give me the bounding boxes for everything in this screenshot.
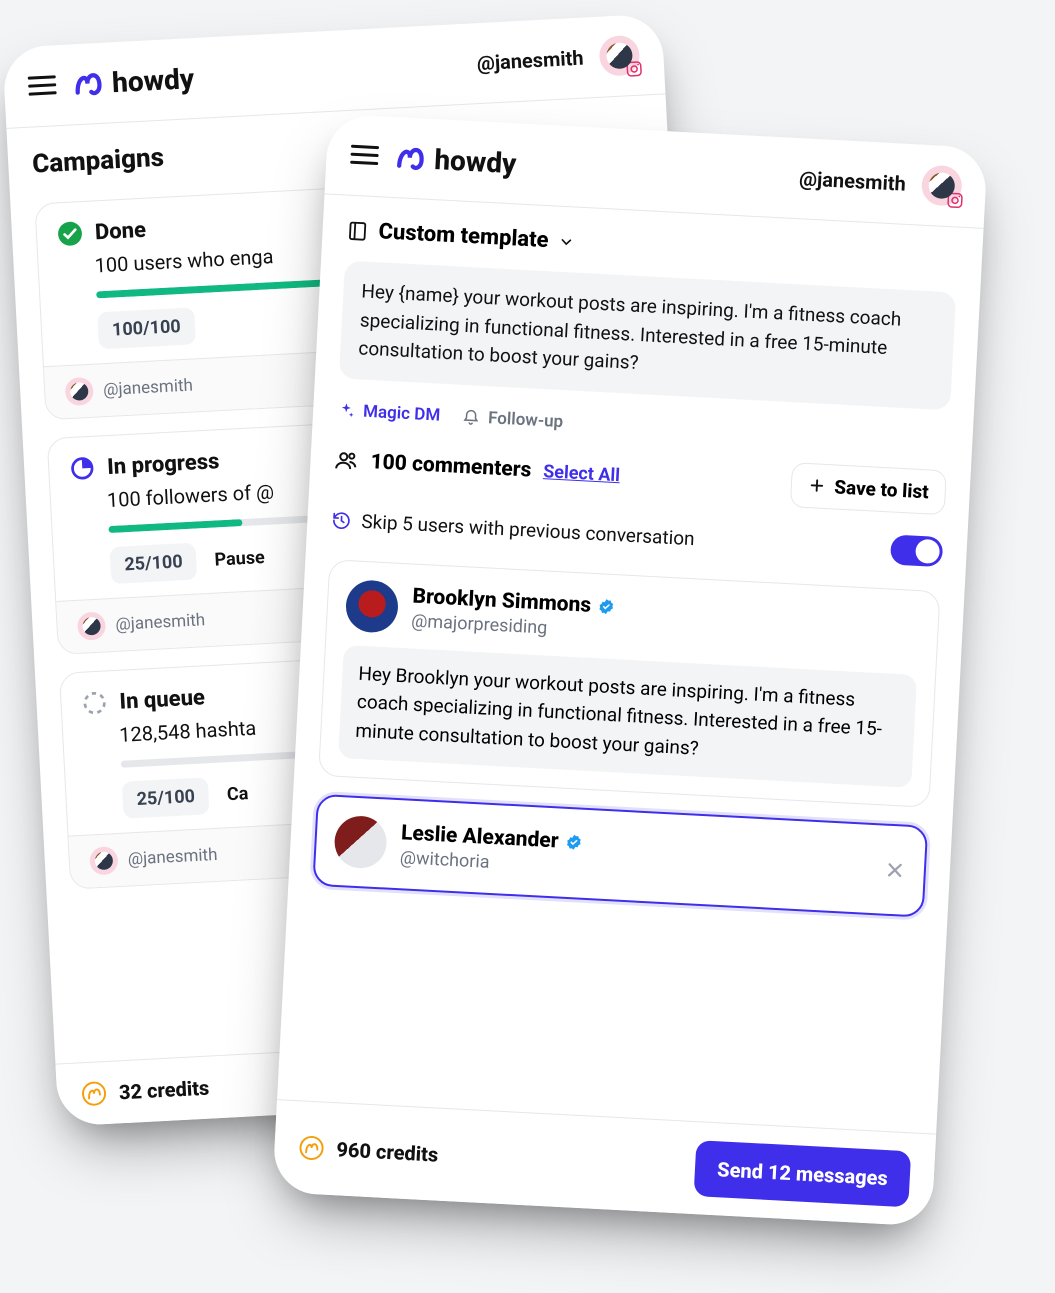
logo: howdy xyxy=(394,140,518,180)
count-pill: 100/100 xyxy=(97,307,195,349)
chevron-down-icon xyxy=(558,233,575,250)
bell-icon xyxy=(462,407,481,426)
menu-icon[interactable] xyxy=(350,145,379,166)
credits-icon xyxy=(298,1134,325,1161)
mini-avatar xyxy=(77,611,106,640)
sparkle-icon xyxy=(337,401,356,420)
avatar[interactable] xyxy=(598,35,640,77)
instagram-icon xyxy=(946,191,965,210)
campaign-status: In queue xyxy=(119,685,206,714)
logo: howdy xyxy=(71,61,195,101)
follow-up-label: Follow-up xyxy=(488,408,564,432)
credits-label: 960 credits xyxy=(336,1137,439,1166)
pause-button[interactable]: Pause xyxy=(214,547,265,571)
user-handle[interactable]: @janesmith xyxy=(476,46,584,76)
users-icon xyxy=(334,448,359,473)
user-avatar xyxy=(345,579,400,634)
select-all-link[interactable]: Select All xyxy=(543,461,621,486)
verified-icon xyxy=(597,597,616,616)
logo-text: howdy xyxy=(434,143,518,180)
follow-up-chip[interactable]: Follow-up xyxy=(462,406,564,431)
save-to-list-label: Save to list xyxy=(834,475,930,503)
in-progress-icon xyxy=(69,455,96,482)
send-button[interactable]: Send 12 messages xyxy=(694,1140,911,1207)
campaign-author: @janesmith xyxy=(103,376,194,401)
user-card[interactable]: Brooklyn Simmons @majorpresiding Hey Bro… xyxy=(318,559,941,808)
count-pill: 25/100 xyxy=(122,777,210,818)
save-to-list-button[interactable]: Save to list xyxy=(790,462,947,515)
logo-mark-icon xyxy=(71,66,107,102)
compose-phone: howdy @janesmith Custom template Hey {na… xyxy=(272,113,988,1226)
user-card[interactable]: Leslie Alexander @witchoria xyxy=(312,794,928,918)
cancel-button[interactable]: Ca xyxy=(226,783,248,805)
skip-label: Skip 5 users with previous conversation xyxy=(361,510,695,550)
mini-avatar xyxy=(89,846,118,875)
user-handle[interactable]: @janesmith xyxy=(799,166,907,196)
magic-dm-chip[interactable]: Magic DM xyxy=(337,400,441,425)
menu-icon[interactable] xyxy=(28,75,57,96)
commenters-count: 100 commenters xyxy=(370,450,532,482)
skip-toggle[interactable] xyxy=(890,534,943,567)
instagram-icon xyxy=(625,60,644,79)
count-pill: 25/100 xyxy=(109,543,197,584)
plus-icon xyxy=(808,476,827,495)
check-circle-icon xyxy=(56,220,83,247)
campaign-status: In progress xyxy=(107,449,220,480)
template-body[interactable]: Hey {name} your workout posts are inspir… xyxy=(339,261,956,410)
template-label: Custom template xyxy=(378,219,549,253)
history-icon xyxy=(331,510,352,531)
user-avatar xyxy=(333,815,388,870)
magic-dm-label: Magic DM xyxy=(363,401,441,425)
campaign-status: Done xyxy=(94,217,146,245)
logo-mark-icon xyxy=(394,140,430,176)
message-preview: Hey Brooklyn your workout posts are insp… xyxy=(338,644,917,787)
close-icon[interactable] xyxy=(883,859,906,882)
credits-label: 32 credits xyxy=(118,1076,209,1105)
campaign-author: @janesmith xyxy=(115,610,206,635)
logo-text: howdy xyxy=(111,62,195,99)
verified-icon xyxy=(564,832,583,851)
template-icon xyxy=(346,219,369,242)
campaign-author: @janesmith xyxy=(127,845,218,870)
compose-content: Custom template Hey {name} your workout … xyxy=(277,194,984,1133)
avatar[interactable] xyxy=(921,165,963,207)
queued-icon xyxy=(81,689,108,716)
mini-avatar xyxy=(65,377,94,406)
credits-icon xyxy=(80,1080,107,1107)
